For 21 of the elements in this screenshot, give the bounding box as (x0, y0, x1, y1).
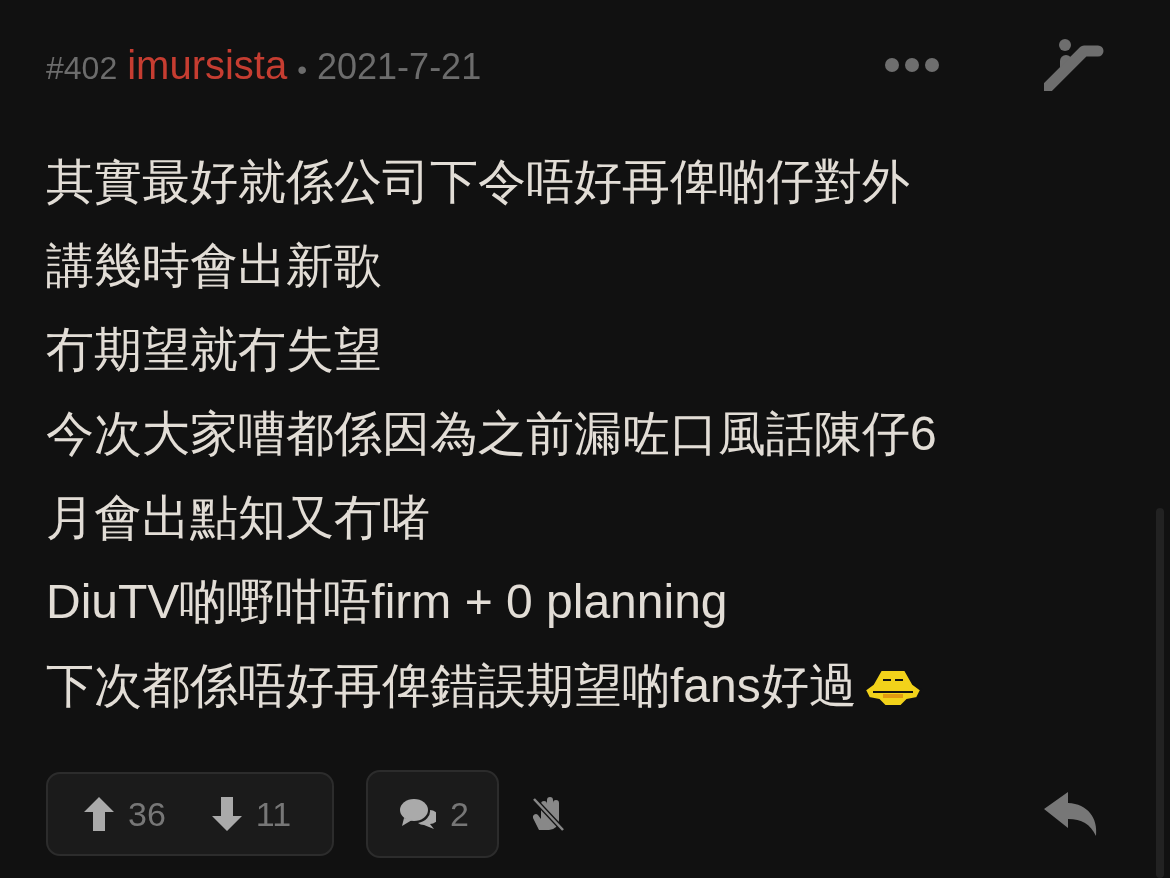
post-text-line: 今次大家嘈都係因為之前漏咗口風話陳仔6 (46, 406, 937, 462)
chat-bubbles-icon (400, 798, 436, 830)
up-arrow-icon (84, 797, 114, 831)
comments-button[interactable]: 2 (366, 770, 499, 858)
username-link[interactable]: imursista (127, 42, 288, 88)
post-number: #402 (46, 49, 118, 87)
post-text-line: 冇期望就冇失望 (46, 322, 382, 378)
hand-slash-icon[interactable] (530, 796, 565, 832)
reply-icon[interactable] (1044, 792, 1098, 836)
down-arrow-icon (211, 797, 242, 831)
escalator-icon[interactable] (1044, 39, 1104, 91)
post-text-line: 講幾時會出新歌 (46, 238, 382, 294)
post-text-line: 下次都係唔好再俾錯誤期望啲fans好過 (46, 658, 857, 714)
post-text-line: DiuTV啲嘢咁唔firm + 0 planning (46, 574, 728, 630)
post-text-line: 其實最好就係公司下令唔好再俾啲仔對外 (46, 154, 910, 210)
post-date: 2021-7-21 (317, 45, 482, 88)
separator-dot: • (297, 53, 308, 86)
upvote-button[interactable]: 36 (84, 794, 166, 834)
more-icon[interactable] (884, 57, 940, 73)
downvote-button[interactable]: 11 (211, 794, 292, 834)
post-text-line: 月會出點知又冇啫 (46, 490, 430, 546)
